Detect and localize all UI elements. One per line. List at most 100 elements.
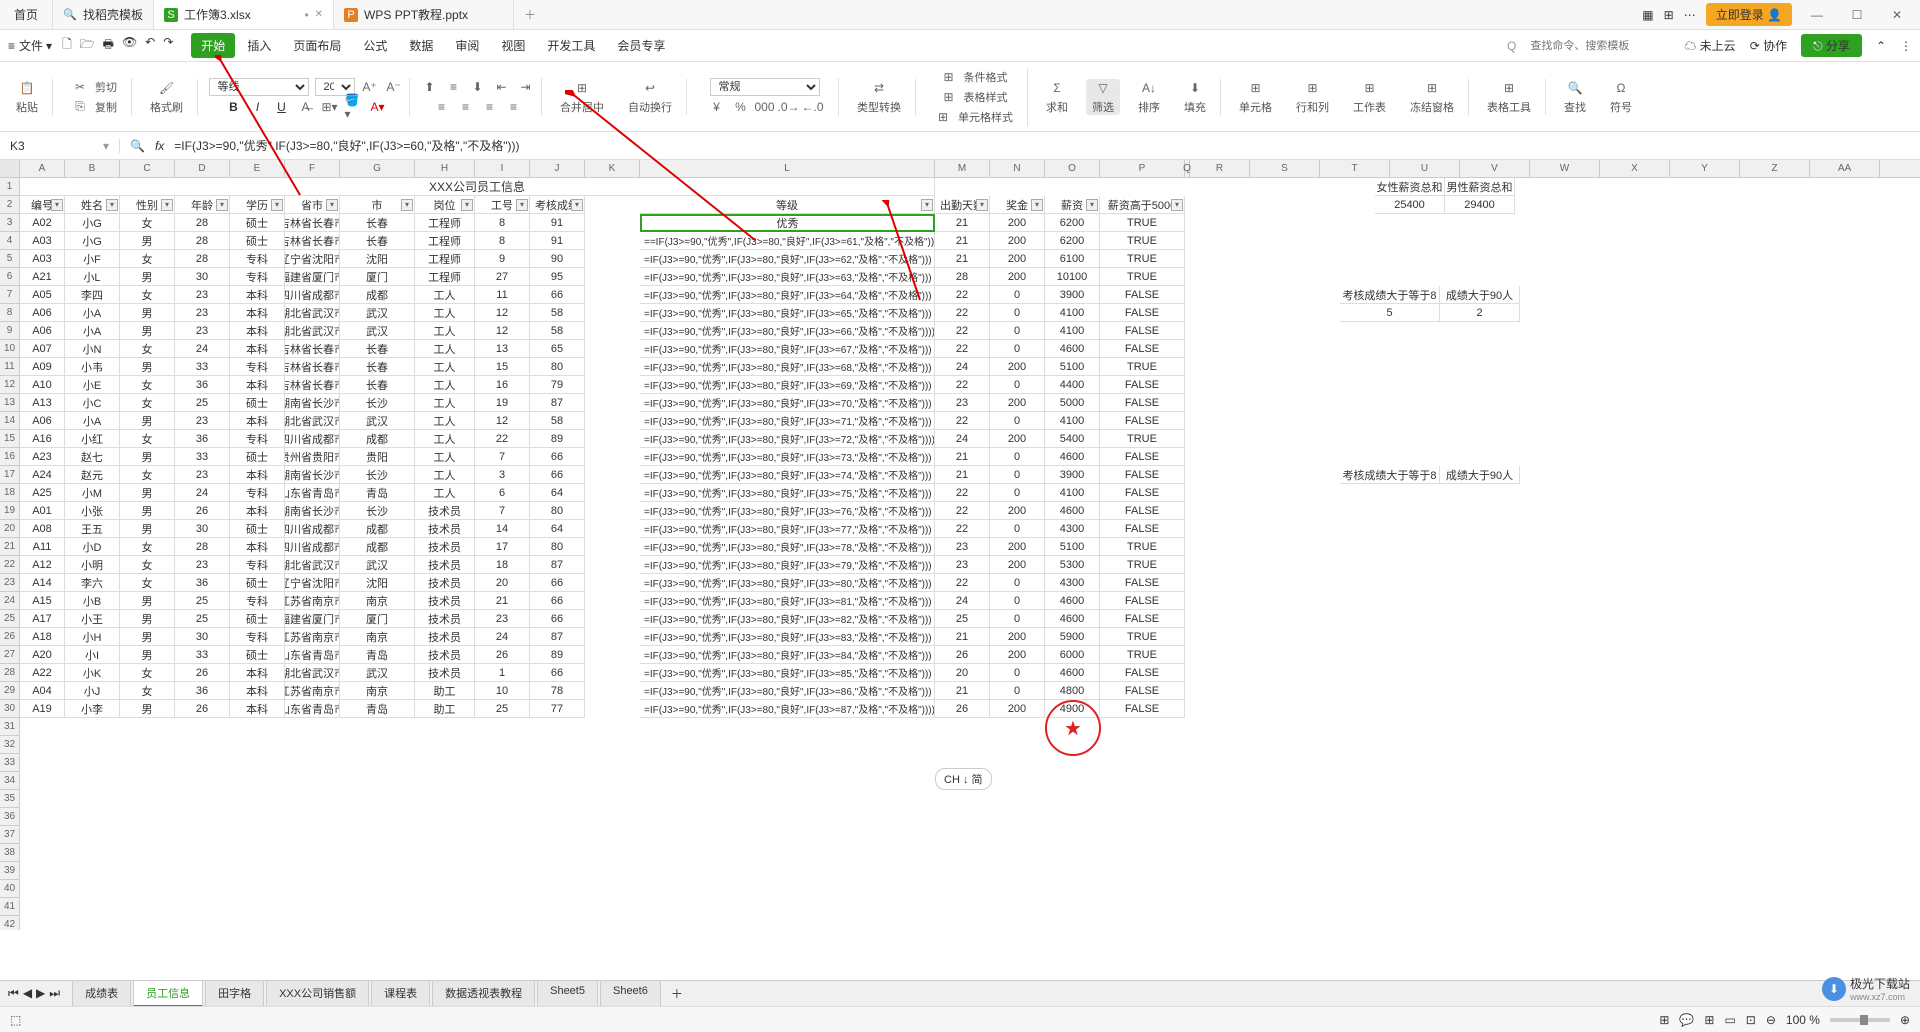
sheet-tab[interactable]: Sheet6 <box>600 980 661 1007</box>
tab-ppt[interactable]: P WPS PPT教程.pptx <box>334 0 514 29</box>
cell[interactable]: 湖北省武汉市 <box>285 664 340 682</box>
cell[interactable]: 200 <box>990 358 1045 376</box>
cell[interactable]: 36 <box>175 376 230 394</box>
menu-tab-开发工具[interactable]: 开发工具 <box>537 33 605 58</box>
cell[interactable]: A03 <box>20 232 65 250</box>
cell[interactable]: 小B <box>65 592 120 610</box>
align-center-icon[interactable]: ≡ <box>457 98 475 116</box>
cell[interactable]: 四川省成都市 <box>285 520 340 538</box>
cell[interactable]: 5300 <box>1045 556 1100 574</box>
col-header[interactable]: P <box>1100 160 1185 177</box>
cell[interactable]: 技术员 <box>415 646 475 664</box>
cooperate-button[interactable]: ⟳ 协作 <box>1750 37 1787 54</box>
cell[interactable]: 辽宁省沈阳市 <box>285 250 340 268</box>
cell[interactable]: 女 <box>120 556 175 574</box>
cell[interactable]: FALSE <box>1100 286 1185 304</box>
cell[interactable]: =IF(J3>=90,"优秀",IF(J3>=80,"良好",IF(J3>=79… <box>640 556 935 574</box>
cell[interactable]: 21 <box>935 628 990 646</box>
cell[interactable]: 27 <box>475 268 530 286</box>
row-header[interactable]: 17 <box>0 466 19 484</box>
cell[interactable]: 赵元 <box>65 466 120 484</box>
cell[interactable]: 36 <box>175 682 230 700</box>
cell[interactable]: A04 <box>20 682 65 700</box>
filter-dropdown-icon[interactable]: ▾ <box>516 199 528 211</box>
cell[interactable]: 吉林省长春市 <box>285 232 340 250</box>
more-icon[interactable]: ⋯ <box>1684 8 1696 22</box>
cell[interactable]: =IF(J3>=90,"优秀",IF(J3>=80,"良好",IF(J3>=81… <box>640 592 935 610</box>
cell[interactable]: 优秀 <box>640 214 935 232</box>
menu-tab-审阅[interactable]: 审阅 <box>445 33 489 58</box>
cell[interactable]: 25400 <box>1375 196 1445 214</box>
cell[interactable]: 小D <box>65 538 120 556</box>
cell[interactable]: 26 <box>935 646 990 664</box>
cell[interactable]: 专科 <box>230 556 285 574</box>
cell[interactable]: 技术员 <box>415 628 475 646</box>
cell[interactable]: 6 <box>475 484 530 502</box>
cell[interactable]: A12 <box>20 556 65 574</box>
cell[interactable]: 成都 <box>340 430 415 448</box>
cell[interactable]: 湖北省武汉市 <box>285 556 340 574</box>
cell[interactable]: TRUE <box>1100 358 1185 376</box>
italic-icon[interactable]: I <box>249 98 267 116</box>
cell[interactable]: 24 <box>475 628 530 646</box>
align-top-icon[interactable]: ⬆ <box>421 78 439 96</box>
cell[interactable]: A07 <box>20 340 65 358</box>
row-header[interactable]: 14 <box>0 412 19 430</box>
cell[interactable]: 58 <box>530 304 585 322</box>
col-header[interactable]: N <box>990 160 1045 177</box>
cell[interactable]: TRUE <box>1100 268 1185 286</box>
view-layout-icon[interactable]: ▭ <box>1724 1013 1735 1027</box>
cell[interactable]: 女 <box>120 430 175 448</box>
cell[interactable]: 4100 <box>1045 412 1100 430</box>
cell[interactable]: 硕士 <box>230 394 285 412</box>
cell[interactable]: 本科 <box>230 700 285 718</box>
paste-icon[interactable]: 📋 <box>18 79 36 97</box>
cell[interactable]: 24 <box>935 358 990 376</box>
cell[interactable]: 工号▾ <box>475 196 530 214</box>
cell[interactable]: 女 <box>120 214 175 232</box>
cell[interactable]: 技术员 <box>415 538 475 556</box>
col-header[interactable]: Z <box>1740 160 1810 177</box>
cell[interactable]: 女 <box>120 376 175 394</box>
cell[interactable]: 14 <box>475 520 530 538</box>
cell[interactable]: 21 <box>935 682 990 700</box>
cell[interactable]: A11 <box>20 538 65 556</box>
cell[interactable]: 辽宁省沈阳市 <box>285 574 340 592</box>
cell[interactable]: A01 <box>20 502 65 520</box>
cell[interactable]: 工人 <box>415 448 475 466</box>
sheet-icon[interactable]: ⊞ <box>1361 79 1379 97</box>
cell[interactable]: TRUE <box>1100 646 1185 664</box>
cell[interactable]: 3900 <box>1045 466 1100 484</box>
cell[interactable]: 小韦 <box>65 358 120 376</box>
row-header[interactable]: 24 <box>0 592 19 610</box>
cell[interactable]: 4600 <box>1045 610 1100 628</box>
cell[interactable]: 小王 <box>65 610 120 628</box>
cell[interactable]: 男 <box>120 268 175 286</box>
cell[interactable]: A16 <box>20 430 65 448</box>
cell[interactable]: 4300 <box>1045 520 1100 538</box>
cell[interactable]: 200 <box>990 268 1045 286</box>
row-header[interactable]: 38 <box>0 844 19 862</box>
row-header[interactable]: 35 <box>0 790 19 808</box>
grid-icon[interactable]: ▦ <box>1642 8 1653 22</box>
cell[interactable]: 王五 <box>65 520 120 538</box>
cell[interactable]: =IF(J3>=90,"优秀",IF(J3>=80,"良好",IF(J3>=76… <box>640 502 935 520</box>
col-header[interactable]: R <box>1190 160 1250 177</box>
cell[interactable]: 22 <box>935 520 990 538</box>
cell[interactable]: 12 <box>475 304 530 322</box>
col-header[interactable]: C <box>120 160 175 177</box>
cell[interactable]: 小明 <box>65 556 120 574</box>
menu-tab-页面布局[interactable]: 页面布局 <box>283 33 351 58</box>
cell[interactable]: 33 <box>175 646 230 664</box>
wrap-icon[interactable]: ↩ <box>641 79 659 97</box>
cell[interactable]: 小红 <box>65 430 120 448</box>
cell[interactable]: FALSE <box>1100 610 1185 628</box>
row-header[interactable]: 18 <box>0 484 19 502</box>
login-button[interactable]: 立即登录 👤 <box>1706 3 1792 26</box>
row-header[interactable]: 3 <box>0 214 19 232</box>
menu-tab-公式[interactable]: 公式 <box>353 33 397 58</box>
cell[interactable]: 女 <box>120 682 175 700</box>
preview-icon[interactable]: 👁 <box>122 35 137 56</box>
row-header[interactable]: 31 <box>0 718 19 736</box>
cell[interactable]: 23 <box>175 322 230 340</box>
